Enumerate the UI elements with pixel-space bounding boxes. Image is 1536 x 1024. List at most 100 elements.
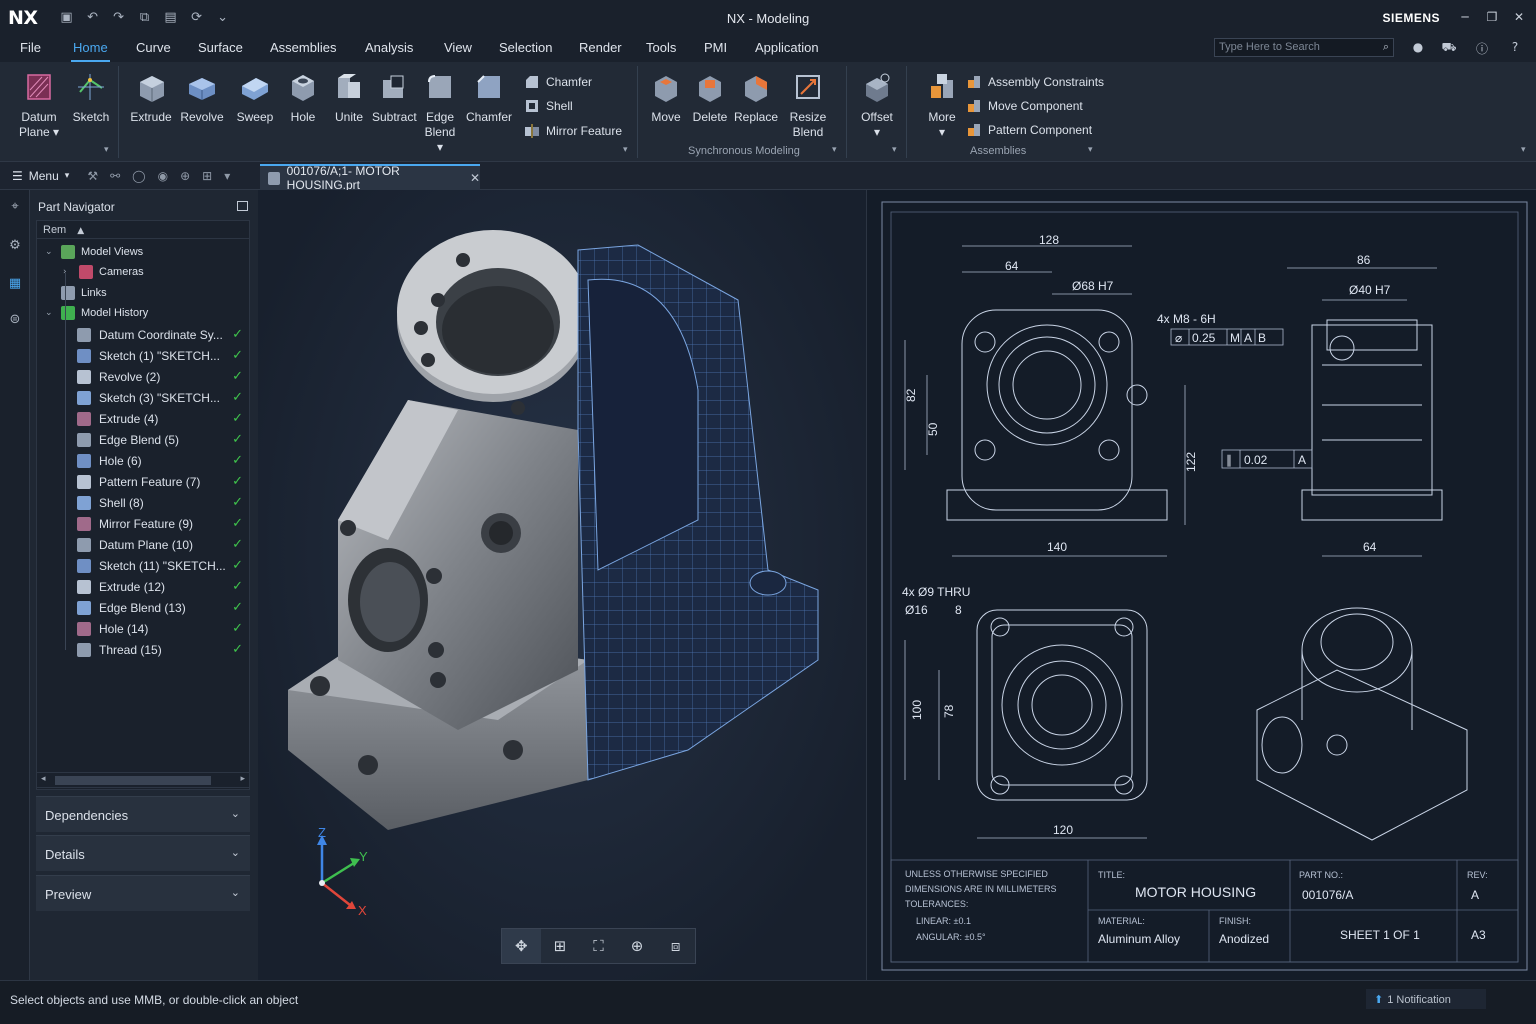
tab-curve[interactable]: Curve xyxy=(136,36,171,62)
chamfer-button[interactable]: Chamfer xyxy=(466,70,512,125)
search-icon[interactable]: ⌕ xyxy=(1383,40,1389,54)
history-feature-row[interactable]: Edge Blend (13) ✓ xyxy=(37,597,249,618)
reuse-library-icon[interactable]: ⊜ xyxy=(7,312,23,328)
tab-application[interactable]: Application xyxy=(755,36,819,62)
rotate-icon[interactable]: ⊕ xyxy=(618,929,657,963)
offset-button[interactable]: Offset ▾ xyxy=(856,70,898,140)
unite-button[interactable]: Unite xyxy=(329,70,369,125)
details-panel[interactable]: Details ⌄ xyxy=(36,835,250,871)
chamfer-small-button[interactable]: Chamfer xyxy=(524,74,592,90)
feature-select-icon[interactable]: ◉ xyxy=(158,169,168,183)
cart-icon[interactable]: ⛟ xyxy=(1441,40,1457,56)
tab-pmi[interactable]: PMI xyxy=(704,36,727,62)
tab-render[interactable]: Render xyxy=(579,36,622,62)
history-feature-row[interactable]: Extrude (12) ✓ xyxy=(37,576,249,597)
resize-blend-button[interactable]: Resize Blend xyxy=(786,70,830,140)
tree-item-model-history[interactable]: ⌄ Model History xyxy=(37,303,249,324)
edge-blend-button[interactable]: Edge Blend ▾ xyxy=(420,70,460,155)
feature-group-dropdown-icon[interactable]: ▾ xyxy=(623,145,628,155)
extrude-button[interactable]: Extrude xyxy=(130,70,172,125)
more-button[interactable]: More ▾ xyxy=(922,70,962,140)
move-component-button[interactable]: Move Component xyxy=(966,98,1083,114)
undo-icon[interactable]: ↶ xyxy=(86,11,100,25)
shell-button[interactable]: Shell xyxy=(524,98,573,114)
mirror-feature-button[interactable]: Mirror Feature xyxy=(524,123,622,139)
tab-assemblies[interactable]: Assemblies xyxy=(270,36,336,62)
move-face-button[interactable]: Move xyxy=(646,70,686,125)
tab-home[interactable]: Home xyxy=(71,36,110,62)
history-feature-row[interactable]: Sketch (11) "SKETCH... ✓ xyxy=(37,555,249,576)
history-feature-row[interactable]: Shell (8) ✓ xyxy=(37,492,249,513)
offset-group-dropdown-icon[interactable]: ▾ xyxy=(892,145,897,155)
menu-file[interactable]: File xyxy=(20,36,41,62)
pattern-component-button[interactable]: Pattern Component xyxy=(966,122,1092,138)
notification-button[interactable]: ⬆ 1 Notification xyxy=(1366,989,1486,1009)
horizontal-scrollbar[interactable]: ◂ ▸ xyxy=(36,772,250,788)
sweep-button[interactable]: Sweep xyxy=(234,70,276,125)
history-feature-row[interactable]: Pattern Feature (7) ✓ xyxy=(37,471,249,492)
hole-button[interactable]: Hole xyxy=(283,70,323,125)
snap-point-icon[interactable]: ⚯ xyxy=(110,169,120,183)
circle-select-icon[interactable]: ◯ xyxy=(132,169,145,183)
history-feature-row[interactable]: Mirror Feature (9) ✓ xyxy=(37,513,249,534)
history-feature-row[interactable]: Hole (6) ✓ xyxy=(37,450,249,471)
grid-view-icon[interactable]: ⊞ xyxy=(541,929,580,963)
history-feature-row[interactable]: Revolve (2) ✓ xyxy=(37,366,249,387)
document-tab[interactable]: 001076/A;1- MOTOR HOUSING.prt ✕ xyxy=(260,164,480,192)
history-feature-row[interactable]: Edge Blend (5) ✓ xyxy=(37,429,249,450)
history-feature-row[interactable]: Datum Coordinate Sy... ✓ xyxy=(37,324,249,345)
assembly-constraints-button[interactable]: Assembly Constraints xyxy=(966,74,1104,90)
history-feature-row[interactable]: Sketch (3) "SKETCH... ✓ xyxy=(37,387,249,408)
subtract-button[interactable]: Subtract xyxy=(372,70,417,125)
history-feature-row[interactable]: Sketch (1) "SKETCH... ✓ xyxy=(37,345,249,366)
tree-item-cameras[interactable]: › Cameras xyxy=(37,262,249,283)
search-input[interactable]: Type Here to Search ⌕ xyxy=(1214,38,1394,57)
expand-toggle-icon[interactable]: ⌄ xyxy=(45,308,53,318)
selection-filter-icon[interactable]: ⚒ xyxy=(87,169,98,183)
revolve-button[interactable]: Revolve xyxy=(180,70,224,125)
help-circle-icon[interactable]: ⓘ xyxy=(1474,40,1490,56)
expand-toggle-icon[interactable]: ⌄ xyxy=(45,247,53,257)
assembly-navigator-icon[interactable]: ⚙ xyxy=(7,238,23,254)
restore-button[interactable]: ❐ xyxy=(1483,8,1501,26)
copy-icon[interactable]: ⧉ xyxy=(138,11,152,25)
direct-sketch-dropdown-icon[interactable]: ▾ xyxy=(104,145,109,155)
tab-surface[interactable]: Surface xyxy=(198,36,243,62)
sketch-button[interactable]: Sketch xyxy=(70,70,112,125)
tab-analysis[interactable]: Analysis xyxy=(365,36,413,62)
tab-view[interactable]: View xyxy=(444,36,472,62)
graphics-window[interactable]: Z Y X xyxy=(258,190,866,980)
history-feature-row[interactable]: Extrude (4) ✓ xyxy=(37,408,249,429)
redo-icon[interactable]: ↷ xyxy=(112,11,126,25)
history-feature-row[interactable]: Datum Plane (10) ✓ xyxy=(37,534,249,555)
toolbar-more-icon[interactable]: ▾ xyxy=(224,169,230,183)
tree-column-header[interactable]: Rem ▲ xyxy=(37,221,249,239)
lock-select-icon[interactable]: ⊞ xyxy=(202,169,212,183)
crosshair-icon[interactable]: ⌖ xyxy=(7,199,23,215)
tree-item-links[interactable]: Links xyxy=(37,282,249,303)
close-button[interactable]: ✕ xyxy=(1510,8,1528,26)
tab-selection[interactable]: Selection xyxy=(499,36,552,62)
scroll-left-icon[interactable]: ◂ xyxy=(41,774,46,784)
minimize-button[interactable]: ─ xyxy=(1456,8,1474,26)
close-tab-icon[interactable]: ✕ xyxy=(470,171,480,185)
history-feature-row[interactable]: Hole (14) ✓ xyxy=(37,618,249,639)
preview-panel[interactable]: Preview ⌄ xyxy=(36,875,250,911)
datum-plane-button[interactable]: Datum Plane ▾ xyxy=(18,70,60,140)
paste-icon[interactable]: ▤ xyxy=(164,11,178,25)
sync-group-dropdown-icon[interactable]: ▾ xyxy=(832,145,837,155)
drawing-sheet-view[interactable]: 128 64 Ø68 H7 4x M8 - 6H 82 50 122 140 8… xyxy=(866,190,1536,980)
ribbon-options-icon[interactable]: ▾ xyxy=(1521,145,1526,155)
maximize-panel-icon[interactable] xyxy=(237,201,248,211)
tab-tools[interactable]: Tools xyxy=(646,36,676,62)
tree-item-model-views[interactable]: ⌄ Model Views xyxy=(37,241,249,262)
assemblies-group-dropdown-icon[interactable]: ▾ xyxy=(1088,145,1093,155)
part-navigator-icon[interactable]: ▦ xyxy=(7,276,23,292)
dependencies-panel[interactable]: Dependencies ⌄ xyxy=(36,796,250,832)
scroll-right-icon[interactable]: ▸ xyxy=(240,774,245,784)
repeat-command-icon[interactable]: ⟳ xyxy=(190,11,204,25)
render-style-icon[interactable]: ⧈ xyxy=(656,929,695,963)
user-icon[interactable]: ● xyxy=(1410,40,1426,56)
replace-face-button[interactable]: Replace xyxy=(734,70,778,125)
question-icon[interactable]: ? xyxy=(1507,40,1523,56)
